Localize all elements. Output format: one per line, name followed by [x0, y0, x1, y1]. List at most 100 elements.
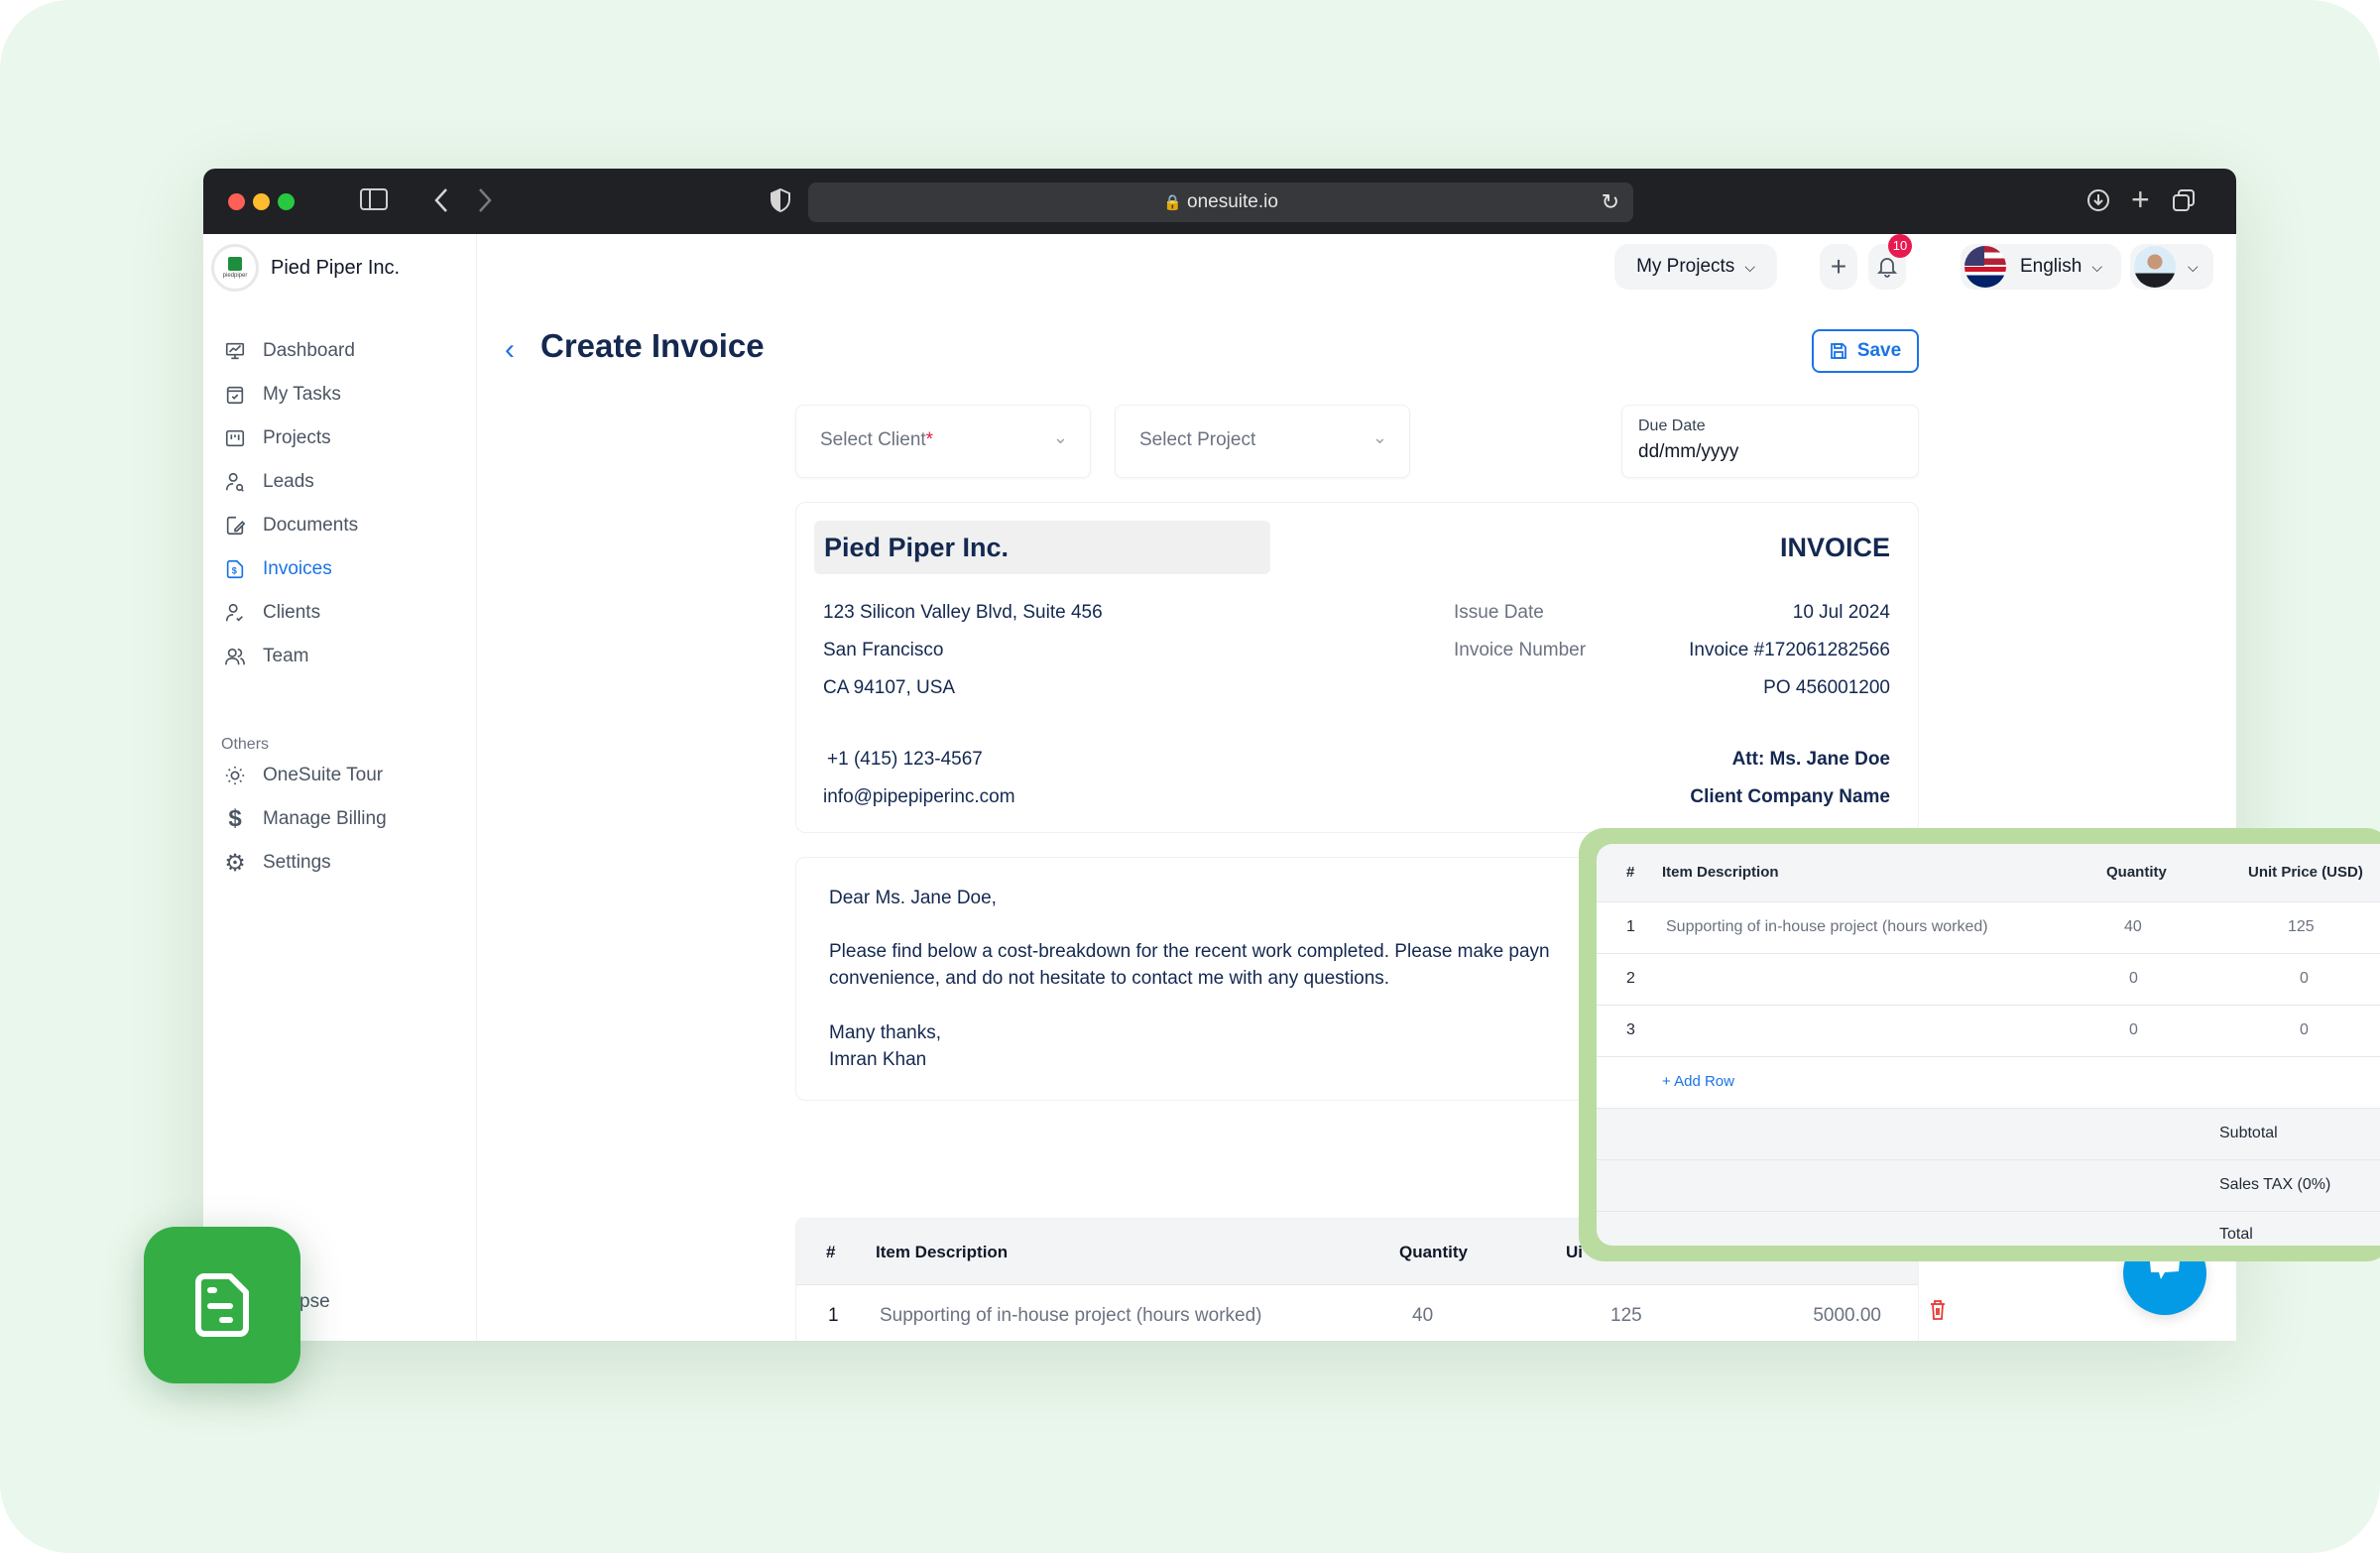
sidebar: piedpiper Pied Piper Inc. Dashboard My T… [203, 234, 477, 1341]
sidebar-item-projects[interactable]: Projects [223, 417, 461, 460]
minimize-window-button[interactable] [253, 193, 270, 210]
new-tab-icon[interactable]: + [2131, 183, 2150, 215]
sidebar-item-manage-billing[interactable]: $ Manage Billing [223, 797, 461, 841]
quantity-input[interactable]: 40 [2124, 918, 2142, 936]
table-row: 2 0 0 [1597, 953, 2380, 1005]
quantity-input[interactable]: 0 [2129, 970, 2138, 988]
save-button[interactable]: Save [1812, 329, 1919, 373]
dashboard-icon [223, 339, 247, 363]
due-date-input[interactable]: dd/mm/yyyy [1638, 441, 1738, 463]
notification-badge: 10 [1888, 234, 1912, 258]
invoice-number-label: Invoice Number [1454, 640, 1587, 660]
letter-signature: Imran Khan [829, 1049, 927, 1070]
leads-icon [223, 470, 247, 494]
issue-date-value[interactable]: 10 Jul 2024 [1793, 602, 1890, 624]
gear-icon: ⚙ [224, 849, 246, 877]
sidebar-item-settings[interactable]: ⚙ Settings [223, 841, 461, 885]
due-date-label: Due Date [1638, 418, 1706, 434]
item-description-input[interactable]: Supporting of in-house project (hours wo… [1666, 918, 1988, 936]
chevron-down-icon: ⌄ [1371, 427, 1387, 447]
page-title: Create Invoice [540, 327, 765, 364]
unit-price-input[interactable]: 125 [2288, 918, 2315, 936]
attention-line: Att: Ms. Jane Doe [1731, 749, 1890, 770]
invoice-icon: $ [223, 557, 247, 581]
sidebar-item-my-tasks[interactable]: My Tasks [223, 373, 461, 417]
flag-icon [1964, 246, 2006, 288]
close-window-button[interactable] [228, 193, 245, 210]
letter-closing: Many thanks, [829, 1022, 941, 1043]
forward-nav-icon[interactable] [477, 187, 493, 217]
documents-icon [223, 514, 247, 538]
required-indicator: * [925, 429, 934, 450]
brand-logo: piedpiper [211, 244, 259, 292]
url-bar[interactable]: 🔒 onesuite.io ↻ [808, 182, 1633, 222]
back-nav-icon[interactable] [433, 187, 449, 217]
download-icon[interactable] [2086, 188, 2110, 216]
projects-icon [223, 426, 247, 450]
sidebar-toggle-icon[interactable] [360, 188, 388, 214]
item-description-input[interactable]: Supporting of in-house project (hours wo… [880, 1305, 1261, 1327]
tax-row: Sales TAX (0%) [1597, 1159, 2380, 1211]
browser-titlebar: 🔒 onesuite.io ↻ + [203, 169, 2236, 234]
section-label-others: Others [221, 736, 270, 753]
lock-icon: 🔒 [1163, 194, 1182, 211]
shield-icon[interactable] [771, 187, 790, 216]
letter-body-line-2: convenience, and do not hesitate to cont… [829, 968, 1390, 989]
address-line-2: San Francisco [823, 640, 944, 660]
delete-row-icon[interactable] [1929, 1299, 1947, 1326]
po-number[interactable]: PO 456001200 [1763, 677, 1890, 699]
unit-price-input[interactable]: 125 [1610, 1305, 1642, 1327]
language-selector[interactable]: English ⌵ [1961, 244, 2121, 290]
document-icon [195, 1273, 249, 1337]
table-row: 1 Supporting of in-house project (hours … [796, 1284, 1918, 1341]
leaf-icon [228, 257, 242, 271]
unit-price-input[interactable]: 0 [2300, 970, 2309, 988]
select-client-dropdown[interactable]: Select Client* ⌄ [795, 405, 1091, 478]
sidebar-item-onesuite-tour[interactable]: OneSuite Tour [223, 754, 461, 797]
reload-icon[interactable]: ↻ [1602, 182, 1619, 222]
sidebar-item-leads[interactable]: Leads [223, 460, 461, 504]
dollar-icon: $ [228, 805, 242, 832]
chevron-down-icon: ⌄ [1052, 427, 1068, 447]
user-menu[interactable]: ⌵ [2130, 244, 2213, 290]
tabs-overview-icon[interactable] [2172, 188, 2196, 216]
invoice-heading: INVOICE [1779, 533, 1890, 562]
my-projects-dropdown[interactable]: My Projects ⌵ [1614, 244, 1777, 290]
back-arrow-icon[interactable]: ‹ [505, 333, 515, 367]
maximize-window-button[interactable] [278, 193, 295, 210]
sidebar-item-invoices[interactable]: $ Invoices [223, 547, 461, 591]
sidebar-item-clients[interactable]: Clients [223, 591, 461, 635]
clients-icon [223, 601, 247, 625]
company-email: info@pipepiperinc.com [823, 786, 1015, 807]
unit-price-input[interactable]: 0 [2300, 1021, 2309, 1039]
table-row: 3 0 0 [1597, 1005, 2380, 1056]
sidebar-others-nav: OneSuite Tour $ Manage Billing ⚙ Setting… [223, 754, 461, 885]
sun-icon [223, 764, 247, 787]
quantity-input[interactable]: 0 [2129, 1021, 2138, 1039]
quantity-input[interactable]: 40 [1412, 1305, 1433, 1327]
sidebar-item-documents[interactable]: Documents [223, 504, 461, 547]
chevron-down-icon: ⌵ [1744, 258, 1755, 275]
company-name-input[interactable]: Pied Piper Inc. [814, 521, 1270, 574]
due-date-field[interactable]: Due Date dd/mm/yyyy [1621, 405, 1919, 478]
sidebar-item-team[interactable]: Team [223, 635, 461, 678]
url-text: onesuite.io [1187, 191, 1278, 212]
svg-text:$: $ [232, 566, 237, 576]
subtotal-row: Subtotal [1597, 1108, 2380, 1159]
company-phone: +1 (415) 123-4567 [827, 749, 983, 770]
add-row-area: + Add Row [1597, 1056, 2380, 1108]
floppy-disk-icon [1830, 343, 1846, 359]
add-button[interactable]: + [1820, 244, 1857, 290]
chevron-down-icon: ⌵ [2091, 258, 2102, 275]
tasks-icon [223, 383, 247, 407]
brand[interactable]: piedpiper Pied Piper Inc. [211, 244, 400, 292]
sidebar-item-dashboard[interactable]: Dashboard [223, 329, 461, 373]
client-company-name: Client Company Name [1690, 786, 1890, 807]
zoomed-items-table: # Item Description Quantity Unit Price (… [1597, 844, 2380, 1246]
table-row: 1 Supporting of in-house project (hours … [1597, 901, 2380, 953]
select-project-dropdown[interactable]: Select Project ⌄ [1115, 405, 1410, 478]
bell-icon [1877, 258, 1897, 278]
add-row-button[interactable]: + Add Row [1662, 1073, 1734, 1090]
letter-greeting: Dear Ms. Jane Doe, [829, 888, 997, 908]
zoomed-table-header: # Item Description Quantity Unit Price (… [1626, 864, 2363, 881]
